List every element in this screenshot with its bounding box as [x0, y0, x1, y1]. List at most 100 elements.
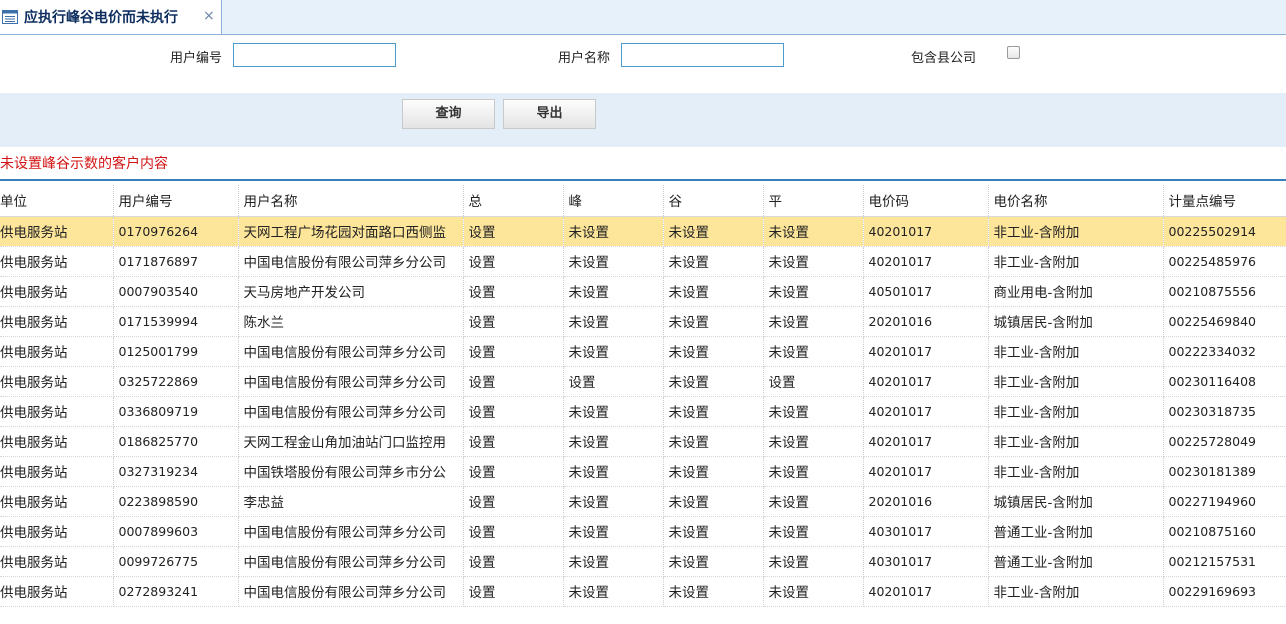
table-row[interactable]: 供电服务站 0171876897 中国电信股份有限公司萍乡分公司 设置 未设置 未设置 未设…	[0, 246, 1286, 277]
table-cell: 非工业-含附加	[988, 576, 1164, 607]
table-cell: 设置	[463, 276, 564, 307]
table-cell: 普通工业-含附加	[988, 546, 1164, 577]
table-cell: 未设置	[763, 546, 864, 577]
table-cell: 城镇居民-含附加	[988, 486, 1164, 517]
table-cell: 供电服务站	[0, 336, 114, 367]
table-cell: 未设置	[663, 456, 764, 487]
table-cell: 供电服务站	[0, 456, 114, 487]
table-cell: 天网工程金山角加油站门口监控用	[238, 426, 464, 457]
table-cell: 0171539994	[113, 306, 239, 337]
table-cell: 0327319234	[113, 456, 239, 487]
query-button[interactable]: 查询	[402, 99, 495, 129]
table-cell: 设置	[463, 396, 564, 427]
table-cell: 40201017	[863, 576, 989, 607]
table-cell: 供电服务站	[0, 516, 114, 547]
table-cell: 未设置	[663, 426, 764, 457]
table-cell: 未设置	[563, 276, 664, 307]
table-row[interactable]: 供电服务站 0327319234 中国铁塔股份有限公司萍乡市分公 设置 未设置 未设置 未设…	[0, 456, 1286, 487]
column-header[interactable]: 用户名称	[238, 185, 464, 217]
table-cell: 非工业-含附加	[988, 246, 1164, 277]
table-cell: 未设置	[663, 276, 764, 307]
table-cell: 00212157531	[1163, 546, 1286, 577]
table-cell: 非工业-含附加	[988, 216, 1164, 247]
table-cell: 供电服务站	[0, 546, 114, 577]
table-cell: 0325722869	[113, 366, 239, 397]
table-cell: 未设置	[563, 516, 664, 547]
column-header[interactable]: 平	[763, 185, 864, 217]
table-cell: 00229169693	[1163, 576, 1286, 607]
table-cell: 设置	[463, 546, 564, 577]
table-row[interactable]: 供电服务站 0099726775 中国电信股份有限公司萍乡分公司 设置 未设置 未设置 未设…	[0, 546, 1286, 577]
export-button[interactable]: 导出	[503, 99, 596, 129]
tab-active[interactable]: 应执行峰谷电价而未执行 ×	[0, 0, 222, 34]
table-cell: 00210875556	[1163, 276, 1286, 307]
column-header[interactable]: 计量点编号	[1163, 185, 1286, 217]
close-icon[interactable]: ×	[203, 8, 215, 24]
table-cell: 非工业-含附加	[988, 426, 1164, 457]
table-row[interactable]: 供电服务站 0007903540 天马房地产开发公司 设置 未设置 未设置 未设置 40501…	[0, 276, 1286, 307]
table-row[interactable]: 供电服务站 0223898590 李忠益 设置 未设置 未设置 未设置 20201016 城镇居…	[0, 486, 1286, 517]
table-row[interactable]: 供电服务站 0272893241 中国电信股份有限公司萍乡分公司 设置 未设置 未设置 未设…	[0, 576, 1286, 607]
section-title: 未设置峰谷示数的客户内容	[0, 156, 168, 172]
table-cell: 未设置	[563, 456, 664, 487]
column-header[interactable]: 谷	[663, 185, 764, 217]
table-cell: 40201017	[863, 426, 989, 457]
table-cell: 供电服务站	[0, 396, 114, 427]
table-cell: 40201017	[863, 246, 989, 277]
table-cell: 供电服务站	[0, 246, 114, 277]
user-no-label: 用户编号	[170, 51, 223, 66]
column-header[interactable]: 电价名称	[988, 185, 1164, 217]
table-cell: 未设置	[663, 576, 764, 607]
table-cell: 40201017	[863, 456, 989, 487]
user-name-label: 用户名称	[558, 51, 611, 66]
table-cell: 普通工业-含附加	[988, 516, 1164, 547]
table-cell: 商业用电-含附加	[988, 276, 1164, 307]
table-cell: 中国电信股份有限公司萍乡分公司	[238, 516, 464, 547]
table-cell: 未设置	[763, 486, 864, 517]
table-cell: 00225469840	[1163, 306, 1286, 337]
table-cell: 非工业-含附加	[988, 396, 1164, 427]
column-header[interactable]: 总	[463, 185, 564, 217]
table-cell: 未设置	[763, 306, 864, 337]
table-cell: 中国电信股份有限公司萍乡分公司	[238, 396, 464, 427]
table-cell: 城镇居民-含附加	[988, 306, 1164, 337]
table-cell: 未设置	[563, 216, 664, 247]
table-cell: 0223898590	[113, 486, 239, 517]
table-cell: 设置	[563, 366, 664, 397]
user-name-input[interactable]	[621, 43, 784, 67]
table-cell: 未设置	[663, 216, 764, 247]
table-row[interactable]: 供电服务站 0171539994 陈水兰 设置 未设置 未设置 未设置 20201016 城镇居…	[0, 306, 1286, 337]
table-row[interactable]: 供电服务站 0336809719 中国电信股份有限公司萍乡分公司 设置 未设置 未设置 未设…	[0, 396, 1286, 427]
table-row[interactable]: 供电服务站 0170976264 天网工程广场花园对面路口西侧监 设置 未设置 未设置 未设…	[0, 216, 1286, 247]
table-cell: 李忠益	[238, 486, 464, 517]
table-cell: 设置	[463, 426, 564, 457]
table-cell: 0007899603	[113, 516, 239, 547]
table-cell: 非工业-含附加	[988, 366, 1164, 397]
table-cell: 00225502914	[1163, 216, 1286, 247]
table-cell: 40201017	[863, 336, 989, 367]
table-row[interactable]: 供电服务站 0186825770 天网工程金山角加油站门口监控用 设置 未设置 未设置 未设…	[0, 426, 1286, 457]
column-header[interactable]: 峰	[563, 185, 664, 217]
table-row[interactable]: 供电服务站 0325722869 中国电信股份有限公司萍乡分公司 设置 设置 未设置 设置 4…	[0, 366, 1286, 397]
table-cell: 未设置	[663, 366, 764, 397]
column-header[interactable]: 电价码	[863, 185, 989, 217]
table-cell: 中国电信股份有限公司萍乡分公司	[238, 336, 464, 367]
table-cell: 设置	[463, 216, 564, 247]
table-cell: 设置	[763, 366, 864, 397]
column-header[interactable]: 用户编号	[113, 185, 239, 217]
table-cell: 未设置	[563, 576, 664, 607]
table-cell: 中国电信股份有限公司萍乡分公司	[238, 246, 464, 277]
table-cell: 未设置	[763, 246, 864, 277]
table-cell: 20201016	[863, 486, 989, 517]
column-header[interactable]: 单位	[0, 185, 114, 217]
table-cell: 中国电信股份有限公司萍乡分公司	[238, 576, 464, 607]
table-row[interactable]: 供电服务站 0007899603 中国电信股份有限公司萍乡分公司 设置 未设置 未设置 未设…	[0, 516, 1286, 547]
include-county-checkbox[interactable]	[1007, 46, 1020, 59]
table-header-row: 单位 用户编号 用户名称 总 峰 谷 平 电价码 电价名称 计量点编号	[0, 185, 1286, 217]
table-cell: 未设置	[563, 246, 664, 277]
table-cell: 00210875160	[1163, 516, 1286, 547]
table-row[interactable]: 供电服务站 0125001799 中国电信股份有限公司萍乡分公司 设置 未设置 未设置 未设…	[0, 336, 1286, 367]
table-cell: 供电服务站	[0, 366, 114, 397]
table-cell: 未设置	[763, 576, 864, 607]
user-no-input[interactable]	[233, 43, 396, 67]
